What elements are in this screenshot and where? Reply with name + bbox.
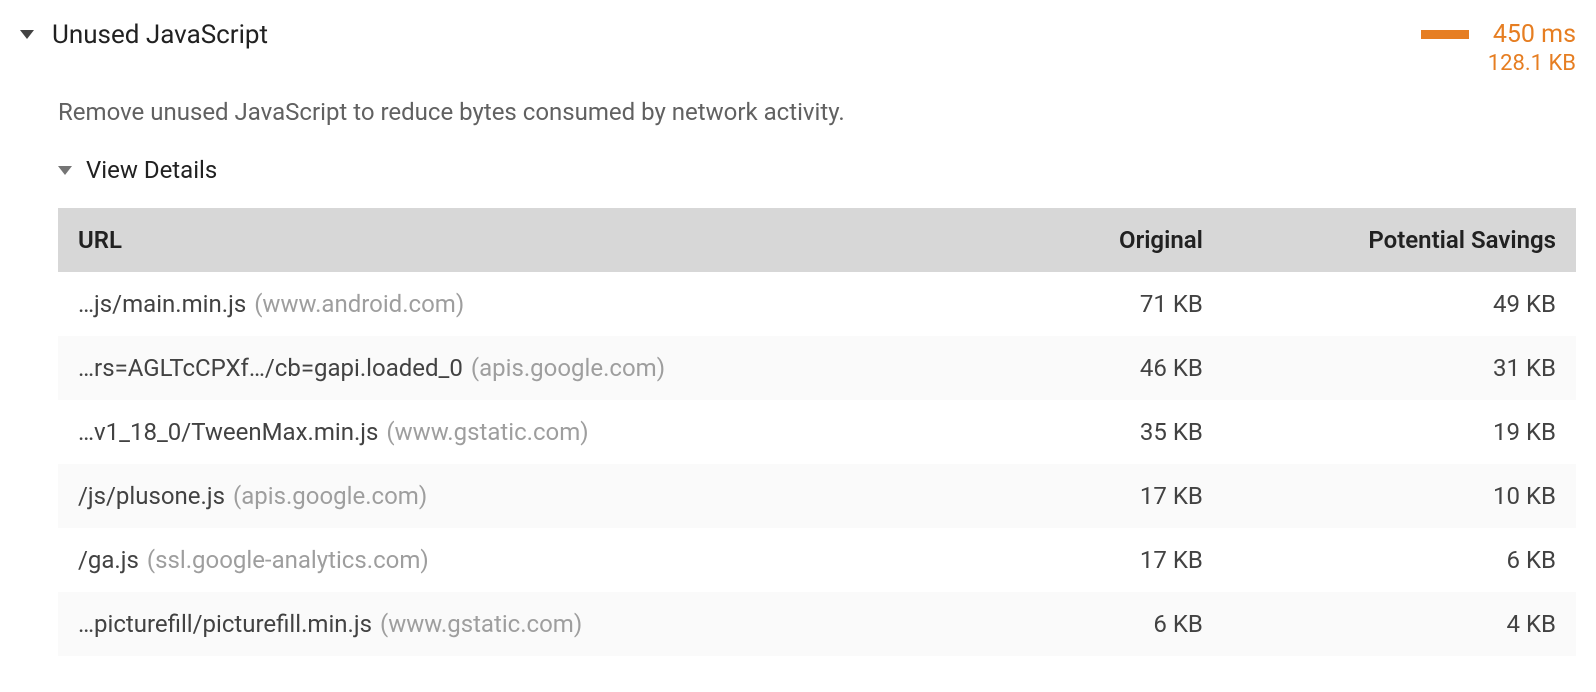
chevron-down-icon[interactable] (20, 30, 34, 39)
original-cell: 46 KB (1031, 336, 1223, 400)
url-path: /js/plusone.js (78, 482, 225, 510)
metric-row: 450 ms (1421, 20, 1576, 49)
details-label: View Details (86, 156, 217, 184)
metric-size: 128.1 KB (1488, 51, 1576, 76)
table-row[interactable]: …js/main.min.js (www.android.com) 71 KB49 … (58, 272, 1576, 336)
url-cell: …v1_18_0/TweenMax.min.js (www.gstatic.com… (58, 400, 1031, 464)
url-cell: /js/plusone.js (apis.google.com) (58, 464, 1031, 528)
savings-cell: 19 KB (1223, 400, 1576, 464)
savings-cell: 31 KB (1223, 336, 1576, 400)
url-cell: …rs=AGLTcCPXf…/cb=gapi.loaded_0 (apis.goo… (58, 336, 1031, 400)
original-cell: 17 KB (1031, 528, 1223, 592)
url-domain: (ssl.google-analytics.com) (147, 546, 429, 574)
original-cell: 6 KB (1031, 592, 1223, 656)
url-path: …rs=AGLTcCPXf…/cb=gapi.loaded_0 (78, 354, 463, 382)
metric-time: 450 ms (1493, 20, 1576, 49)
table-row[interactable]: /js/plusone.js (apis.google.com) 17 KB10 K… (58, 464, 1576, 528)
column-header-url[interactable]: URL (58, 208, 1031, 272)
url-domain: (www.android.com) (254, 290, 464, 318)
metric-bar-icon (1421, 30, 1469, 39)
url-cell: …picturefill/picturefill.min.js (www.gsta… (58, 592, 1031, 656)
url-path: …picturefill/picturefill.min.js (78, 610, 372, 638)
chevron-down-icon (58, 166, 72, 175)
audit-header: Unused JavaScript 450 ms 128.1 KB (20, 20, 1576, 76)
column-header-savings[interactable]: Potential Savings (1223, 208, 1576, 272)
audit-description: Remove unused JavaScript to reduce bytes… (58, 98, 1576, 126)
original-cell: 35 KB (1031, 400, 1223, 464)
url-cell: …js/main.min.js (www.android.com) (58, 272, 1031, 336)
table-row[interactable]: …rs=AGLTcCPXf…/cb=gapi.loaded_0 (apis.goo… (58, 336, 1576, 400)
savings-cell: 4 KB (1223, 592, 1576, 656)
url-cell: /ga.js (ssl.google-analytics.com) (58, 528, 1031, 592)
table-row[interactable]: /ga.js (ssl.google-analytics.com) 17 KB6 K… (58, 528, 1576, 592)
original-cell: 17 KB (1031, 464, 1223, 528)
url-path: /ga.js (78, 546, 139, 574)
audit-title: Unused JavaScript (52, 20, 1421, 50)
audit-body: Remove unused JavaScript to reduce bytes… (20, 98, 1576, 656)
table-row[interactable]: …v1_18_0/TweenMax.min.js (www.gstatic.com… (58, 400, 1576, 464)
url-path: …v1_18_0/TweenMax.min.js (78, 418, 378, 446)
savings-cell: 10 KB (1223, 464, 1576, 528)
table-header-row: URL Original Potential Savings (58, 208, 1576, 272)
url-domain: (www.gstatic.com) (386, 418, 588, 446)
table-row[interactable]: …picturefill/picturefill.min.js (www.gsta… (58, 592, 1576, 656)
column-header-original[interactable]: Original (1031, 208, 1223, 272)
details-toggle-row[interactable]: View Details (58, 156, 1576, 184)
original-cell: 71 KB (1031, 272, 1223, 336)
url-domain: (apis.google.com) (471, 354, 665, 382)
audit-metrics: 450 ms 128.1 KB (1421, 20, 1576, 76)
results-table: URL Original Potential Savings …js/main.… (58, 208, 1576, 656)
url-domain: (apis.google.com) (233, 482, 427, 510)
url-domain: (www.gstatic.com) (380, 610, 582, 638)
savings-cell: 6 KB (1223, 528, 1576, 592)
url-path: …js/main.min.js (78, 290, 246, 318)
savings-cell: 49 KB (1223, 272, 1576, 336)
